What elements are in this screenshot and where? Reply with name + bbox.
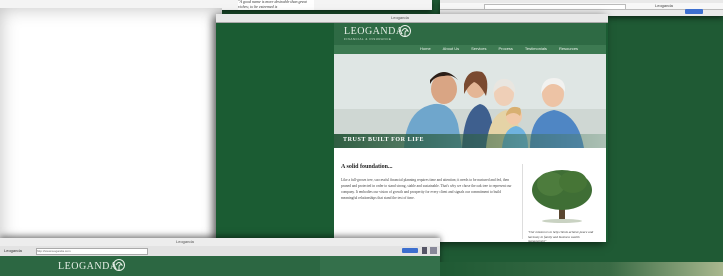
tagline: TRUST BUILT FOR LIFE xyxy=(343,137,425,143)
window-title: Leoganda xyxy=(391,15,409,20)
nav-home[interactable]: Home xyxy=(420,46,431,53)
nav-resources[interactable]: Resources xyxy=(559,46,578,53)
page-icon[interactable] xyxy=(422,247,427,254)
sidebar xyxy=(522,164,603,239)
nav-process[interactable]: Process xyxy=(498,46,512,53)
go-button[interactable] xyxy=(402,248,418,253)
bottom-browser-window: Leoganda Leoganda http://www.leoganda.co… xyxy=(0,238,440,276)
tools-icon[interactable] xyxy=(430,247,437,254)
quote-snippet: "A good name is more desirable than grea… xyxy=(238,0,314,10)
background-corner xyxy=(440,262,723,276)
section-body: Like a full-grown tree, successful finan… xyxy=(341,178,512,200)
tree-logo-icon xyxy=(399,25,411,37)
nav-bar xyxy=(320,256,440,276)
site-nav: Home About Us Services Process Testimoni… xyxy=(420,46,578,53)
website-page: LEOGANDA FINANCIAL & INSURANCE Home Abou… xyxy=(334,23,606,243)
nav-about[interactable]: About Us xyxy=(443,46,459,53)
site-logo-subtitle: FINANCIAL & INSURANCE xyxy=(344,37,392,41)
blank-page xyxy=(0,8,222,248)
address-bar[interactable]: http://www.leoganda.com xyxy=(36,248,148,255)
toolbar-label: Leoganda xyxy=(4,248,22,253)
site-logo[interactable]: LEOGANDA xyxy=(58,261,118,272)
nav-testimonials[interactable]: Testimonials xyxy=(525,46,547,53)
main-browser-window: Leoganda LEOGANDA FINANCIAL & INSURANCE … xyxy=(216,14,608,243)
section-heading: A solid foundation... xyxy=(341,164,393,170)
site-logo[interactable]: LEOGANDA xyxy=(344,26,404,37)
address-bar[interactable] xyxy=(484,4,626,10)
window-titlebar: Leoganda xyxy=(216,14,608,23)
mission-quote: "Our mission is to help clients achieve … xyxy=(528,230,594,243)
window-title: Leoganda xyxy=(176,239,194,244)
tree-logo-icon xyxy=(113,259,125,271)
oak-tree-image xyxy=(532,170,592,223)
go-button[interactable] xyxy=(685,9,703,14)
nav-services[interactable]: Services xyxy=(471,46,486,53)
window-title: Leoganda xyxy=(655,3,673,8)
